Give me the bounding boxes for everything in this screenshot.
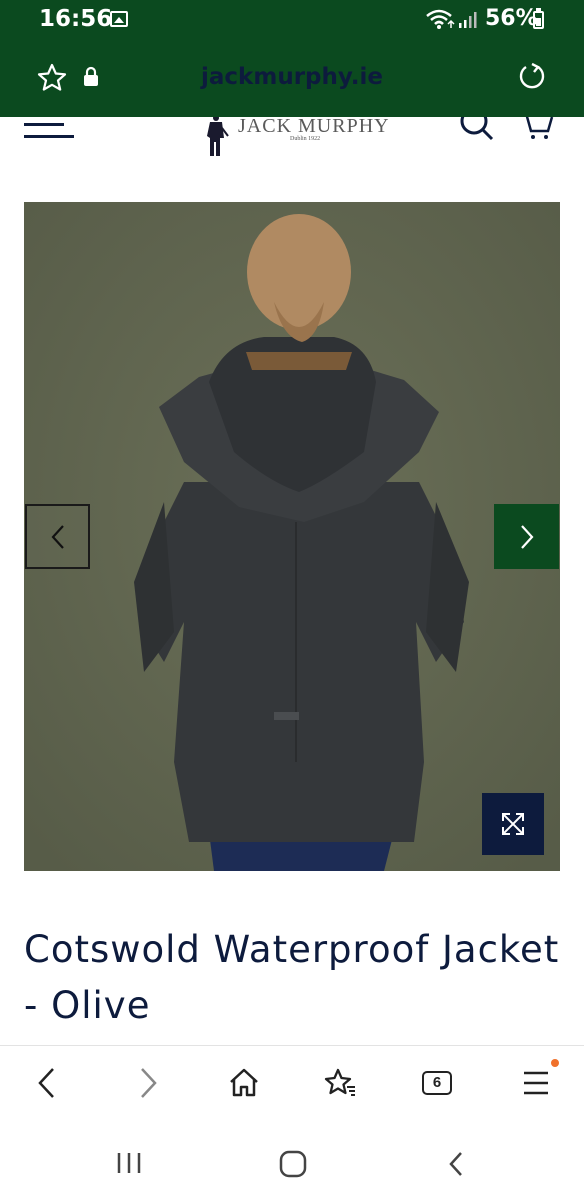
logo-subtext: Dublin 1922 bbox=[290, 136, 321, 142]
next-image-button[interactable] bbox=[494, 504, 559, 569]
signal-icon bbox=[459, 12, 477, 28]
home-icon[interactable] bbox=[228, 1067, 260, 1099]
bookmarks-icon[interactable] bbox=[323, 1067, 357, 1099]
recent-apps-icon[interactable] bbox=[116, 1151, 142, 1175]
url-text[interactable]: jackmurphy.ie bbox=[0, 64, 584, 90]
zoom-button[interactable] bbox=[482, 793, 544, 855]
home-button-icon[interactable] bbox=[279, 1150, 307, 1178]
product-photo bbox=[24, 202, 560, 871]
product-title: Cotswold Waterproof Jacket - Olive bbox=[24, 928, 560, 1027]
system-navigation-bar bbox=[0, 1125, 584, 1200]
system-back-icon[interactable] bbox=[446, 1150, 466, 1178]
status-bar: 16:56 56% bbox=[0, 0, 584, 40]
chevron-right-icon bbox=[520, 524, 533, 549]
forward-icon[interactable] bbox=[136, 1066, 160, 1100]
wifi-icon bbox=[426, 9, 455, 29]
battery-icon bbox=[533, 8, 544, 29]
logo-text: JACK MURPHY bbox=[238, 117, 390, 137]
gallery-icon bbox=[110, 11, 128, 27]
product-image[interactable] bbox=[24, 202, 560, 871]
battery-level: 56% bbox=[485, 6, 538, 31]
search-icon[interactable] bbox=[458, 117, 496, 143]
chevron-left-icon bbox=[51, 524, 64, 549]
reload-icon[interactable] bbox=[516, 61, 548, 93]
site-header: JACK MURPHY Dublin 1922 bbox=[0, 117, 584, 172]
back-icon[interactable] bbox=[35, 1066, 59, 1100]
hamburger-icon[interactable] bbox=[24, 117, 74, 141]
site-logo[interactable]: JACK MURPHY Dublin 1922 bbox=[200, 117, 390, 162]
logo-figure-icon bbox=[207, 117, 229, 156]
menu-icon[interactable] bbox=[522, 1069, 550, 1097]
browser-bottom-nav bbox=[0, 1045, 584, 1126]
prev-image-button[interactable] bbox=[25, 504, 90, 569]
cart-icon[interactable] bbox=[518, 117, 558, 143]
tabs-icon[interactable]: 6 bbox=[422, 1071, 452, 1095]
notification-dot bbox=[551, 1059, 559, 1067]
expand-icon bbox=[502, 813, 524, 835]
status-time: 16:56 bbox=[39, 6, 113, 32]
